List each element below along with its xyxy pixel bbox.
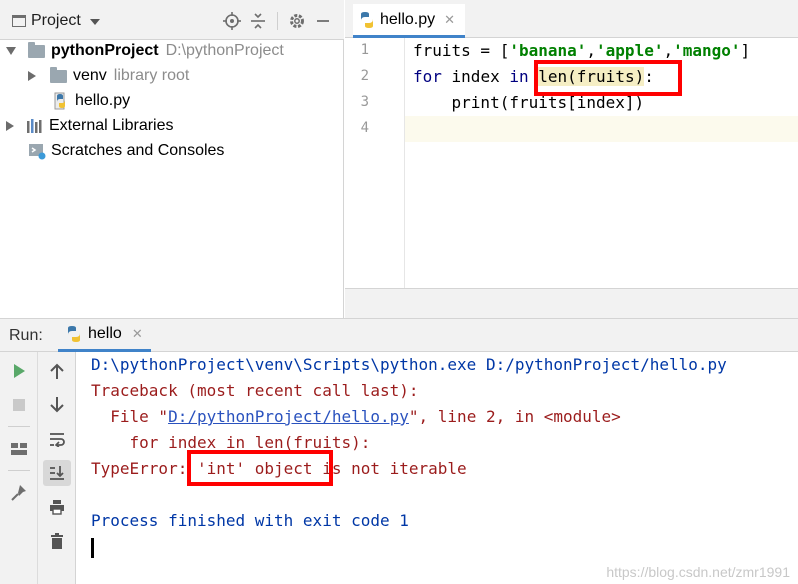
annotation-box-code	[534, 60, 682, 96]
gear-icon[interactable]	[284, 10, 310, 32]
pin-button[interactable]	[5, 480, 33, 506]
tree-item-pythonproject[interactable]: pythonProject D:\pythonProject	[6, 39, 284, 63]
collapse-arrow-icon[interactable]	[6, 121, 14, 131]
print-button[interactable]	[43, 494, 71, 520]
project-tool-window: Project pythonProject D:\pythonProject v…	[0, 0, 344, 318]
expand-arrow-icon[interactable]	[6, 47, 16, 55]
line-number: 2	[360, 68, 369, 84]
layout-button[interactable]	[5, 436, 33, 462]
folder-icon	[50, 66, 67, 83]
tree-item-hello-py[interactable]: hello.py	[52, 89, 130, 113]
close-icon[interactable]: ✕	[132, 326, 143, 342]
python-file-icon	[54, 92, 65, 110]
line-number-gutter: 1 2 3 4	[345, 38, 405, 288]
project-view-selector[interactable]: Project	[12, 10, 100, 32]
run-toolbar-secondary	[38, 352, 76, 584]
chevron-down-icon	[89, 19, 100, 25]
down-stack-button[interactable]	[43, 392, 71, 418]
run-label: Run:	[9, 327, 43, 344]
line-number: 4	[360, 120, 369, 136]
external-libraries-label: External Libraries	[49, 117, 174, 134]
scratches-icon	[29, 144, 46, 160]
python-file-icon	[361, 11, 373, 28]
folder-icon	[28, 41, 45, 58]
project-path: D:\pythonProject	[165, 42, 284, 59]
tree-item-external-libraries[interactable]: External Libraries	[6, 114, 174, 138]
layout-icon	[11, 443, 27, 455]
rerun-button[interactable]	[5, 358, 33, 384]
line-number: 3	[360, 94, 369, 110]
close-icon[interactable]: ✕	[444, 12, 455, 28]
console-text: File "	[91, 407, 169, 426]
pin-icon	[11, 485, 26, 501]
stop-button[interactable]	[5, 392, 33, 418]
project-toolbar	[219, 10, 336, 32]
project-name: pythonProject	[51, 42, 159, 59]
tree-item-scratches[interactable]: Scratches and Consoles	[28, 139, 224, 163]
code-token: ,	[663, 41, 674, 60]
collapse-all-icon[interactable]	[245, 10, 271, 32]
run-toolbar-primary	[0, 352, 38, 584]
run-tool-window-header: Run: hello ✕	[0, 318, 798, 352]
arrow-up-icon	[50, 363, 64, 379]
minimize-icon[interactable]	[310, 10, 336, 32]
run-tab-label: hello	[88, 325, 122, 342]
project-header: Project	[0, 0, 344, 40]
editor-bottom-strip	[345, 288, 798, 318]
project-title: Project	[31, 12, 81, 29]
trash-icon	[51, 533, 63, 549]
text-cursor	[91, 538, 94, 558]
console-command-line: D:\pythonProject\venv\Scripts\python.exe…	[91, 355, 727, 374]
venv-note: library root	[113, 67, 190, 84]
code-token: ]	[740, 41, 751, 60]
collapse-arrow-icon[interactable]	[28, 71, 36, 81]
libraries-icon	[27, 119, 42, 133]
scroll-to-end-button[interactable]	[43, 460, 71, 486]
venv-label: venv	[73, 67, 107, 84]
string-literal: 'apple'	[596, 41, 664, 60]
code-token: fruits = [	[413, 41, 510, 60]
scroll-to-end-icon	[50, 466, 64, 480]
caret-line-highlight	[405, 116, 798, 142]
up-stack-button[interactable]	[43, 358, 71, 384]
soft-wrap-button[interactable]	[43, 426, 71, 452]
console-output[interactable]: D:\pythonProject\venv\Scripts\python.exe…	[77, 352, 798, 584]
editor-tab-bar: hello.py ✕	[345, 0, 798, 38]
soft-wrap-icon	[50, 433, 65, 447]
toolbar-divider	[277, 12, 278, 30]
console-traceback-header: Traceback (most recent call last):	[91, 381, 419, 400]
annotation-box-error	[187, 450, 333, 486]
print-icon	[50, 500, 64, 515]
python-icon	[68, 326, 80, 342]
stop-icon	[13, 399, 25, 411]
console-text: ", line 2, in <module>	[408, 407, 621, 426]
keyword: for	[413, 67, 442, 86]
string-literal: 'banana'	[509, 41, 587, 60]
clear-all-button[interactable]	[43, 528, 71, 554]
file-link[interactable]: D:/pythonProject/hello.py	[168, 407, 409, 426]
line-number: 1	[360, 42, 369, 58]
tree-item-venv[interactable]: venv library root	[28, 64, 189, 88]
watermark: https://blog.csdn.net/zmr1991	[606, 564, 790, 580]
scratches-label: Scratches and Consoles	[51, 142, 225, 159]
project-view-icon	[12, 15, 26, 27]
keyword: in	[509, 67, 529, 86]
code-token: index	[441, 67, 510, 86]
locate-icon[interactable]	[219, 10, 245, 32]
arrow-down-icon	[50, 397, 64, 413]
string-literal: 'mango'	[673, 41, 741, 60]
play-icon	[14, 364, 25, 378]
toolbar-divider	[8, 426, 30, 427]
console-exit-line: Process finished with exit code 1	[91, 511, 409, 530]
tab-hello-py[interactable]: hello.py ✕	[353, 4, 466, 38]
code-token: ,	[586, 41, 597, 60]
console-file-line: File "D:/pythonProject/hello.py", line 2…	[91, 405, 621, 429]
toolbar-divider	[8, 470, 30, 471]
tab-label: hello.py	[380, 10, 436, 28]
hello-py-label: hello.py	[75, 92, 131, 109]
editor: hello.py ✕ 1 2 3 4 fruits = ['banana','a…	[345, 0, 798, 318]
run-tab-hello[interactable]: hello ✕	[58, 319, 151, 352]
